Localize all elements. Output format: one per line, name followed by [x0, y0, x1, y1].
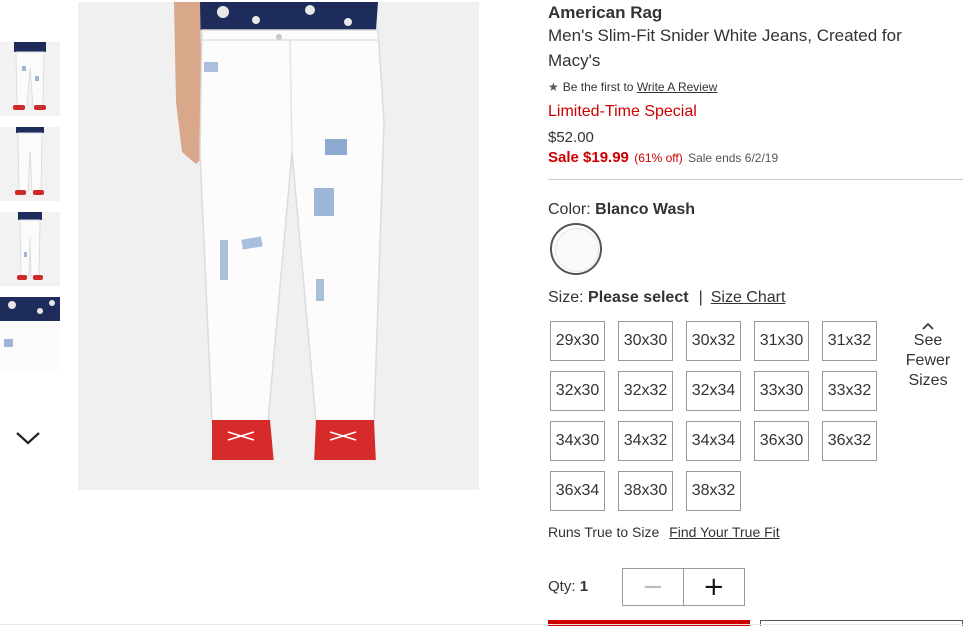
star-icon: ★ — [548, 80, 559, 94]
product-title: Men's Slim-Fit Snider White Jeans, Creat… — [548, 26, 902, 70]
main-product-image[interactable] — [78, 2, 479, 490]
add-to-list-button[interactable] — [760, 620, 963, 626]
selected-size: Please select — [588, 289, 689, 306]
sale-end-date: Sale ends 6/2/19 — [688, 151, 779, 165]
size-option[interactable]: 33x30 — [754, 371, 809, 411]
size-separator: | — [698, 289, 703, 306]
size-option[interactable]: 30x30 — [618, 321, 673, 361]
size-option[interactable]: 38x30 — [618, 471, 673, 511]
divider — [548, 179, 963, 180]
size-option[interactable]: 34x32 — [618, 421, 673, 461]
promo-label: Limited-Time Special — [548, 103, 697, 120]
original-price: $52.00 — [548, 129, 594, 146]
quantity-label: Qty: 1 — [548, 578, 588, 595]
sale-price-row: Sale $19.99 (61% off) Sale ends 6/2/19 — [548, 149, 778, 166]
review-prefix: Be the first to — [562, 80, 634, 94]
quantity-increase-button[interactable]: + — [684, 569, 745, 605]
thumbnail-1[interactable] — [0, 42, 60, 116]
size-option[interactable]: 36x30 — [754, 421, 809, 461]
size-option[interactable]: 32x32 — [618, 371, 673, 411]
selected-color: Blanco Wash — [595, 201, 696, 218]
size-option[interactable]: 31x32 — [822, 321, 877, 361]
sale-price: Sale $19.99 — [548, 149, 629, 166]
size-label: Size: Please select | Size Chart — [548, 289, 785, 307]
see-fewer-sizes-button[interactable]: See Fewer Sizes — [900, 317, 956, 391]
size-option[interactable]: 34x34 — [686, 421, 741, 461]
quantity-value: 1 — [579, 578, 589, 595]
see-fewer-line-3: Sizes — [908, 372, 948, 389]
quantity-decrease-button[interactable]: − — [623, 569, 684, 605]
size-label-text: Size: — [548, 289, 584, 306]
quantity-label-text: Qty: — [548, 578, 576, 595]
size-option[interactable]: 34x30 — [550, 421, 605, 461]
see-fewer-line-2: Fewer — [905, 352, 951, 369]
size-option[interactable]: 36x32 — [822, 421, 877, 461]
fit-row: Runs True to Size Find Your True Fit — [548, 524, 780, 540]
thumbnail-scroll-down[interactable] — [14, 428, 42, 448]
color-label-text: Color: — [548, 201, 591, 218]
see-fewer-line-1: See — [913, 332, 943, 349]
discount-percent: (61% off) — [634, 151, 683, 165]
size-chart-link[interactable]: Size Chart — [711, 289, 786, 306]
bottom-divider — [0, 624, 963, 625]
size-option[interactable]: 31x30 — [754, 321, 809, 361]
size-option[interactable]: 36x34 — [550, 471, 605, 511]
chevron-up-icon — [900, 317, 956, 331]
quantity-stepper: − + — [622, 568, 745, 606]
add-to-bag-button[interactable] — [548, 620, 750, 626]
size-option[interactable]: 29x30 — [550, 321, 605, 361]
size-option[interactable]: 33x32 — [822, 371, 877, 411]
brand-name[interactable]: American Rag — [548, 3, 662, 23]
size-option[interactable]: 32x34 — [686, 371, 741, 411]
thumbnail-3[interactable] — [0, 212, 60, 286]
thumbnail-2[interactable] — [0, 127, 60, 201]
thumbnail-4[interactable] — [0, 297, 60, 371]
chevron-down-icon — [16, 432, 40, 445]
color-label: Color: Blanco Wash — [548, 201, 695, 219]
size-option[interactable]: 30x32 — [686, 321, 741, 361]
write-review-link[interactable]: Write A Review — [637, 80, 717, 94]
fit-label: Runs True to Size — [548, 524, 660, 540]
review-row: ★ Be the first to Write A Review — [548, 80, 717, 94]
find-true-fit-link[interactable]: Find Your True Fit — [669, 524, 780, 540]
color-swatch-blanco-wash[interactable] — [550, 223, 602, 275]
size-option[interactable]: 38x32 — [686, 471, 741, 511]
size-option[interactable]: 32x30 — [550, 371, 605, 411]
